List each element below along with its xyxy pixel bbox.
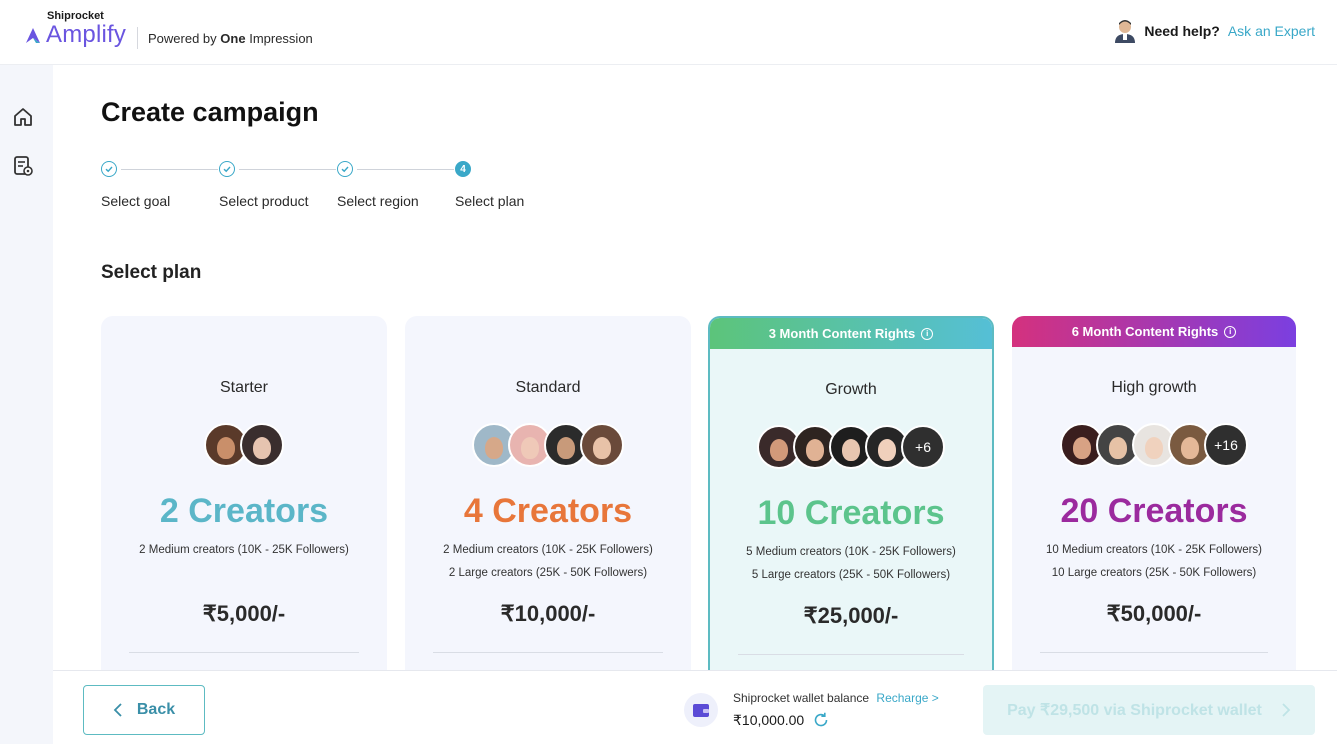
back-label: Back [136,701,176,718]
plan-name: Growth [825,381,877,398]
amplify-logo-icon [26,28,40,43]
plan-detail: 10 Large creators (25K - 50K Followers) [1051,567,1257,579]
pay-via-wallet-button[interactable]: Pay ₹29,500 via Shiprocket wallet [983,685,1315,735]
plan-detail: 5 Medium creators (10K - 25K Followers) [746,546,956,558]
step-connector [121,169,218,170]
plan-card-starter[interactable]: Starter 2 Creators 2 Medium creators (10… [101,316,387,696]
help-question: Need help? [1144,23,1220,39]
creator-count: 10 Creators [757,494,945,532]
plan-detail: 2 Large creators (25K - 50K Followers) [448,567,648,579]
help-section: Need help? Ask an Expert [1114,19,1315,43]
creator-avatars [405,423,691,467]
creator-count: 2 Creators [159,492,329,530]
step-number-badge: 4 [455,161,471,177]
info-icon[interactable]: i [921,327,934,340]
divider [1040,652,1268,653]
step-label: Select product [219,193,309,209]
plan-card-standard[interactable]: Standard 4 Creators 2 Medium creators (1… [405,316,691,696]
plan-detail: 2 Medium creators (10K - 25K Followers) [443,544,653,556]
plan-detail: 2 Medium creators (10K - 25K Followers) [139,544,349,556]
wallet-balance-label: Shiprocket wallet balance Recharge > [733,691,939,705]
divider [738,654,964,655]
step-label: Select region [337,193,419,209]
campaign-stepper: Select goal Select product Select region… [101,161,561,211]
recharge-link[interactable]: Recharge > [876,691,938,705]
step-connector [357,169,454,170]
back-button[interactable]: Back [83,685,205,735]
step-label: Select goal [101,193,171,209]
wallet-label-text: Shiprocket wallet balance [733,691,870,705]
avatar [240,423,284,467]
content-rights-banner: 3 Month Content Rights i [710,318,992,349]
banner-text: 3 Month Content Rights [768,326,916,341]
powered-bold: One [220,31,246,46]
creator-count: 20 Creators [1060,492,1248,530]
powered-by-text: Powered by One Impression [148,31,313,46]
divider [129,652,359,653]
powered-prefix: Powered by [148,31,217,46]
divider [433,652,663,653]
plan-price: ₹10,000/- [500,601,596,626]
info-icon[interactable]: i [1224,325,1237,338]
chevron-right-icon [1282,703,1291,717]
more-creators-badge: +6 [901,425,945,469]
check-circle-icon [101,161,117,177]
plan-name: Starter [219,379,268,396]
plan-name: Standard [515,379,581,396]
plan-card-growth[interactable]: 3 Month Content Rights i Growth +6 10 Cr… [708,316,994,696]
check-circle-icon [337,161,353,177]
wallet-icon [684,693,718,727]
expert-avatar-icon [1115,20,1136,43]
pay-label: Pay ₹29,500 via Shiprocket wallet [1007,702,1262,719]
main-content: Create campaign Select goal Select produ… [53,65,1337,744]
plan-detail: 10 Medium creators (10K - 25K Followers) [1045,544,1263,556]
top-header: Shiprocket Amplify Powered by One Impres… [0,0,1337,65]
plan-detail: 5 Large creators (25K - 50K Followers) [751,569,951,581]
plan-price: ₹50,000/- [1106,601,1202,626]
refresh-icon[interactable] [812,711,830,729]
content-rights-banner: 6 Month Content Rights i [1012,316,1296,347]
step-connector [239,169,336,170]
step-label: Select plan [455,193,525,209]
plan-price: ₹5,000/- [202,601,286,626]
step-select-goal[interactable]: Select goal [101,161,170,209]
more-creators-badge: +16 [1204,423,1248,467]
footer-bar: Back Shiprocket wallet balance Recharge … [53,670,1337,744]
creator-avatars: +16 [1012,423,1296,467]
plan-name: High growth [1111,379,1197,396]
wallet-amount-text: ₹10,000.00 [733,711,805,728]
wallet-amount: ₹10,000.00 [733,711,830,729]
chevron-left-icon [113,703,122,717]
ask-expert-link[interactable]: Ask an Expert [1228,23,1315,39]
step-select-product[interactable]: Select product [219,161,309,209]
step-select-region[interactable]: Select region [337,161,419,209]
header-divider [137,27,138,49]
plan-price: ₹25,000/- [803,603,899,628]
section-title: Select plan [101,262,202,283]
creator-avatars [101,423,387,467]
campaign-document-icon[interactable] [12,155,34,177]
avatar [580,423,624,467]
brand-product-name: Amplify [46,21,127,48]
powered-suffix: Impression [249,31,313,46]
plan-card-high-growth[interactable]: 6 Month Content Rights i High growth +16… [1012,316,1296,696]
creator-count: 4 Creators [463,492,633,530]
step-select-plan[interactable]: 4 Select plan [455,161,524,209]
check-circle-icon [219,161,235,177]
page-title: Create campaign [101,97,319,127]
banner-text: 6 Month Content Rights [1071,324,1219,339]
home-icon[interactable] [12,106,34,128]
sidebar [0,65,53,744]
creator-avatars: +6 [710,425,992,469]
